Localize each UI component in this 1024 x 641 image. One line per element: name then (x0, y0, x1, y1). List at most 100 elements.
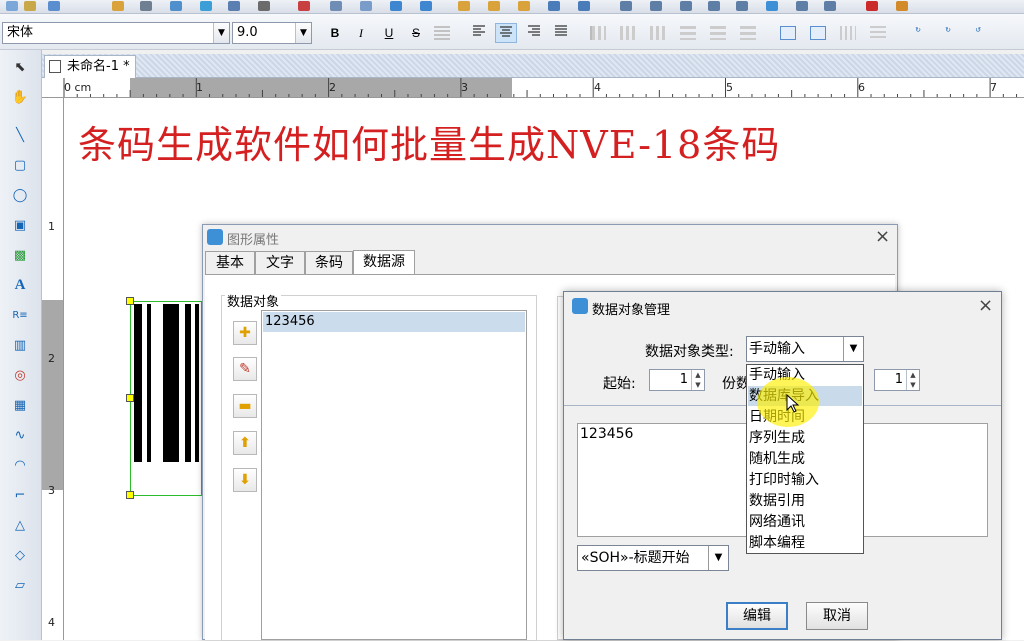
v-spacing-icon[interactable] (870, 26, 886, 40)
align-center-button[interactable] (495, 23, 517, 43)
print-setup-icon[interactable] (228, 1, 240, 11)
print-preview-icon[interactable] (170, 1, 182, 11)
grid-icon[interactable] (258, 1, 270, 11)
edit-button[interactable]: ✎ (233, 357, 257, 381)
chevron-down-icon[interactable]: ▼ (213, 23, 229, 43)
document-tab[interactable]: 未命名-1 * (44, 55, 136, 78)
lock-icon[interactable] (736, 1, 748, 11)
curve-tool-icon[interactable]: ∿ (9, 424, 31, 446)
tab-barcode[interactable]: 条码 (305, 251, 353, 275)
remove-button[interactable]: ▬ (233, 394, 257, 418)
justify-button[interactable] (550, 23, 572, 43)
align-icon[interactable] (796, 1, 808, 11)
rotate-180-icon[interactable]: ↻ (940, 26, 956, 40)
layer-icon[interactable] (766, 1, 778, 11)
new-icon[interactable] (6, 1, 18, 11)
headline-text[interactable]: 条码生成软件如何批量生成NVE-18条码 (78, 114, 780, 169)
zoom-out-icon[interactable] (488, 1, 500, 11)
bold-button[interactable]: B (324, 23, 346, 43)
arc-tool-icon[interactable]: ◠ (9, 454, 31, 476)
chevron-down-icon[interactable]: ▼ (708, 546, 728, 570)
print-icon[interactable] (140, 1, 152, 11)
move-down-button[interactable]: ⬇ (233, 468, 257, 492)
settings-icon[interactable] (112, 1, 124, 11)
parallelogram-tool-icon[interactable]: ▱ (9, 574, 31, 596)
strikethrough-button[interactable]: S (405, 23, 427, 43)
data-object-list[interactable]: 123456 (261, 310, 527, 640)
italic-button[interactable]: I (350, 23, 372, 43)
ellipse-tool-icon[interactable]: ◯ (9, 184, 31, 206)
resize-handle[interactable] (126, 297, 134, 305)
copies-spinner[interactable]: 1 ▲ ▼ (874, 369, 920, 391)
control-char-select[interactable]: «SOH»-标题开始 ▼ (577, 545, 729, 571)
open-icon[interactable] (24, 1, 36, 11)
copy-icon[interactable] (330, 1, 342, 11)
align-objects-top-icon[interactable] (680, 26, 696, 40)
picture-tool-icon[interactable]: ▩ (9, 244, 31, 266)
dropdown-option[interactable]: 数据引用 (748, 491, 862, 511)
image-tool-icon[interactable]: ▣ (9, 214, 31, 236)
chevron-down-icon[interactable]: ▼ (843, 337, 863, 361)
char-spacing-icon[interactable] (434, 26, 450, 40)
redo-icon[interactable] (420, 1, 432, 11)
same-width-icon[interactable] (780, 26, 796, 40)
list-item[interactable]: 123456 (263, 312, 525, 332)
data-type-select[interactable]: 手动输入 ▼ (746, 336, 864, 362)
rotate-90-icon[interactable]: ↻ (910, 26, 926, 40)
send-back-icon[interactable] (650, 1, 662, 11)
database-icon[interactable] (200, 1, 212, 11)
start-spinner[interactable]: 1 ▲ ▼ (649, 369, 705, 391)
resize-handle[interactable] (126, 491, 134, 499)
cut-icon[interactable] (298, 1, 310, 11)
align-left-button[interactable] (468, 23, 490, 43)
save-icon[interactable] (48, 1, 60, 11)
pdf-icon[interactable] (866, 1, 878, 11)
edit-button[interactable]: 编辑 (726, 602, 788, 630)
zoom-fit-icon[interactable] (518, 1, 530, 11)
align-right-button[interactable] (523, 23, 545, 43)
rich-text-tool-icon[interactable]: R≡ (9, 304, 31, 326)
triangle-tool-icon[interactable]: △ (9, 514, 31, 536)
add-button[interactable]: ✚ (233, 321, 257, 345)
cancel-button[interactable]: 取消 (806, 602, 868, 630)
close-icon[interactable]: × (875, 226, 890, 247)
stamp-tool-icon[interactable]: ◎ (9, 364, 31, 386)
same-height-icon[interactable] (810, 26, 826, 40)
zoom-in-icon[interactable] (458, 1, 470, 11)
dropdown-option[interactable]: 随机生成 (748, 449, 862, 469)
rotate-270-icon[interactable]: ↺ (970, 26, 986, 40)
dropdown-option[interactable]: 脚本编程 (748, 533, 862, 553)
import-icon[interactable] (578, 1, 590, 11)
dropdown-option[interactable]: 网络通讯 (748, 512, 862, 532)
resize-handle[interactable] (126, 394, 134, 402)
underline-button[interactable]: U (378, 23, 400, 43)
text-tool-icon[interactable]: A (9, 274, 31, 296)
font-size-select[interactable]: 9.0 ▼ (232, 22, 312, 44)
spin-arrows-icon[interactable]: ▲ ▼ (691, 370, 704, 390)
qrcode-tool-icon[interactable]: ▦ (9, 394, 31, 416)
barcode-tool-icon[interactable]: ▥ (9, 334, 31, 356)
rectangle-tool-icon[interactable]: ▢ (9, 154, 31, 176)
align-objects-middle-icon[interactable] (710, 26, 726, 40)
polyline-tool-icon[interactable]: ⌐ (9, 484, 31, 506)
align-objects-center-icon[interactable] (620, 26, 636, 40)
bring-front-icon[interactable] (620, 1, 632, 11)
tab-text[interactable]: 文字 (255, 251, 305, 275)
help-icon[interactable] (896, 1, 908, 11)
select-pointer-icon[interactable]: ⬉ (9, 56, 31, 78)
h-spacing-icon[interactable] (840, 26, 856, 40)
spin-arrows-icon[interactable]: ▲ ▼ (906, 370, 919, 390)
dropdown-option[interactable]: 序列生成 (748, 428, 862, 448)
pan-icon[interactable]: ✋ (9, 86, 31, 108)
ungroup-icon[interactable] (708, 1, 720, 11)
dropdown-option[interactable]: 打印时输入 (748, 470, 862, 490)
export-icon[interactable] (548, 1, 560, 11)
barcode-object[interactable] (126, 297, 202, 499)
align-objects-right-icon[interactable] (650, 26, 666, 40)
align-objects-left-icon[interactable] (590, 26, 606, 40)
diamond-tool-icon[interactable]: ◇ (9, 544, 31, 566)
group-icon[interactable] (680, 1, 692, 11)
distribute-icon[interactable] (824, 1, 836, 11)
line-tool-icon[interactable]: ╲ (9, 124, 31, 146)
align-objects-bottom-icon[interactable] (740, 26, 756, 40)
